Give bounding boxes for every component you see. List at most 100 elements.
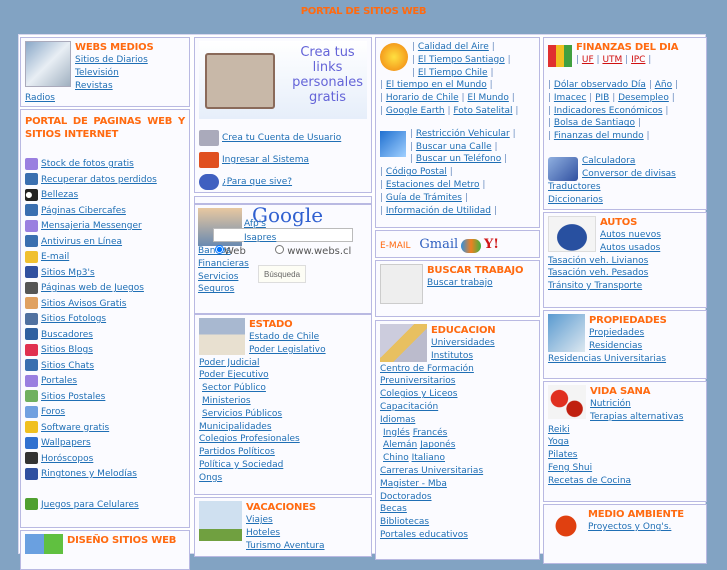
link[interactable]: Finanzas del mundo: [554, 131, 644, 141]
list-item[interactable]: Mensajeria Messenger: [25, 219, 185, 235]
link[interactable]: Información de Utilidad: [386, 206, 491, 216]
link[interactable]: Ringtones y Melodías: [41, 469, 137, 479]
msn-butterfly-icon[interactable]: [461, 238, 482, 253]
link[interactable]: Bellezas: [41, 190, 78, 200]
link[interactable]: Buscar una Calle: [416, 142, 492, 152]
link[interactable]: Ongs: [199, 473, 222, 483]
radio-web-input[interactable]: [215, 245, 224, 254]
link[interactable]: Carreras Universitarias: [380, 466, 483, 476]
link[interactable]: Universidades: [431, 338, 495, 348]
link[interactable]: Juegos para Celulares: [41, 500, 139, 510]
crea-links-banner[interactable]: Crea tus links personales gratis: [199, 41, 367, 119]
link[interactable]: Sitios Postales: [41, 392, 105, 402]
link[interactable]: Código Postal: [386, 167, 447, 177]
link[interactable]: Colegios y Liceos: [380, 389, 457, 399]
link[interactable]: Páginas Cibercafes: [41, 206, 126, 216]
link-servicios[interactable]: Servicios: [198, 271, 249, 284]
radio-site[interactable]: www.webs.cl: [275, 245, 351, 257]
link[interactable]: Partidos Políticos: [199, 447, 275, 457]
list-item[interactable]: Sitios Avisos Gratis: [25, 297, 185, 313]
list-item[interactable]: Horóscopos: [25, 452, 185, 468]
link[interactable]: Terapias alternativas: [590, 412, 683, 422]
link[interactable]: El Tiempo Santiago: [418, 55, 505, 65]
link[interactable]: Buscar un Teléfono: [416, 154, 501, 164]
link[interactable]: Ministerios: [202, 396, 251, 406]
link[interactable]: Portales educativos: [380, 530, 468, 540]
link-financieras[interactable]: Financieras: [198, 258, 249, 271]
link[interactable]: Guía de Trámites: [386, 193, 462, 203]
link[interactable]: Desempleo: [618, 93, 669, 103]
list-item[interactable]: Software gratis: [25, 421, 185, 437]
link-uf[interactable]: UF: [582, 55, 594, 65]
link-ingresar[interactable]: Ingresar al Sistema: [222, 155, 309, 165]
link[interactable]: Italiano: [412, 453, 445, 463]
yahoo-logo[interactable]: Y!: [484, 237, 499, 252]
link[interactable]: Wallpapers: [41, 438, 91, 448]
link[interactable]: Calidad del Aire: [418, 42, 489, 52]
link[interactable]: Restricción Vehicular: [416, 129, 510, 139]
list-item[interactable]: E-mail: [25, 250, 185, 266]
link[interactable]: E-mail: [41, 252, 69, 262]
link[interactable]: Imacec: [554, 93, 586, 103]
list-item[interactable]: Foros: [25, 405, 185, 421]
list-item[interactable]: Páginas Cibercafes: [25, 204, 185, 220]
link[interactable]: Google Earth: [386, 106, 445, 116]
list-item[interactable]: Sitios Fotologs: [25, 312, 185, 328]
link[interactable]: Residencias: [589, 341, 642, 351]
link[interactable]: Poder Ejecutivo: [199, 370, 269, 380]
link[interactable]: Portales: [41, 376, 77, 386]
link[interactable]: El Tiempo Chile: [418, 68, 488, 78]
link[interactable]: Municipalidades: [199, 422, 272, 432]
link-para-que-sirve[interactable]: ¿Para que sive?: [222, 177, 292, 187]
link[interactable]: Residencias Universitarias: [548, 354, 666, 364]
link-ipc[interactable]: IPC: [631, 55, 645, 65]
link[interactable]: Antivirus en Línea: [41, 237, 122, 247]
link[interactable]: Feng Shui: [548, 463, 592, 473]
link[interactable]: Política y Sociedad: [199, 460, 283, 470]
link[interactable]: Chino: [383, 453, 409, 463]
link[interactable]: Software gratis: [41, 423, 109, 433]
link[interactable]: Servicios Públicos: [202, 409, 282, 419]
link[interactable]: Traductores: [548, 182, 601, 192]
link-crear-cuenta[interactable]: Crea tu Cuenta de Usuario: [222, 133, 341, 143]
link[interactable]: Horóscopos: [41, 454, 93, 464]
link[interactable]: Capacitación: [380, 402, 438, 412]
link[interactable]: Horario de Chile: [386, 93, 459, 103]
list-item[interactable]: Wallpapers: [25, 436, 185, 452]
radio-site-input[interactable]: [275, 245, 284, 254]
link[interactable]: Autos nuevos: [600, 230, 661, 240]
link[interactable]: Doctorados: [380, 492, 432, 502]
link[interactable]: Sitios Fotologs: [41, 314, 106, 324]
search-button[interactable]: Búsqueda: [258, 265, 306, 283]
link[interactable]: Conversor de divisas: [582, 169, 676, 179]
link[interactable]: Páginas web de Juegos: [41, 283, 144, 293]
list-item[interactable]: Sitios Mp3's: [25, 266, 185, 282]
link[interactable]: Centro de Formación: [380, 364, 474, 374]
list-item[interactable]: Portales: [25, 374, 185, 390]
link[interactable]: Sitios Mp3's: [41, 268, 95, 278]
link[interactable]: Sitios Avisos Gratis: [41, 299, 126, 309]
link-seguros[interactable]: Seguros: [198, 283, 249, 296]
radio-web[interactable]: Web: [215, 245, 246, 257]
link[interactable]: Yoga: [548, 437, 569, 447]
link-turismo[interactable]: Turismo Aventura: [199, 540, 367, 553]
link[interactable]: Diccionarios: [548, 195, 603, 205]
link[interactable]: Propiedades: [589, 328, 644, 338]
link[interactable]: El tiempo en el Mundo: [386, 80, 487, 90]
list-item[interactable]: Buscadores: [25, 328, 185, 344]
link[interactable]: Sitios Chats: [41, 361, 94, 371]
list-item[interactable]: Páginas web de Juegos: [25, 281, 185, 297]
link[interactable]: Stock de fotos gratis: [41, 159, 134, 169]
link[interactable]: PIB: [595, 93, 609, 103]
link[interactable]: El Mundo: [467, 93, 508, 103]
link[interactable]: Poder Legislativo: [249, 345, 326, 355]
gmail-logo[interactable]: Gmail: [419, 237, 458, 252]
link[interactable]: Calculadora: [582, 156, 635, 166]
link-utm[interactable]: UTM: [602, 55, 622, 65]
link[interactable]: Buscadores: [41, 330, 93, 340]
link[interactable]: Japonés: [420, 440, 455, 450]
link[interactable]: Recetas de Cocina: [548, 476, 631, 486]
list-item[interactable]: Recuperar datos perdidos: [25, 173, 185, 189]
link[interactable]: Francés: [413, 428, 448, 438]
list-item[interactable]: Stock de fotos gratis: [25, 157, 185, 173]
